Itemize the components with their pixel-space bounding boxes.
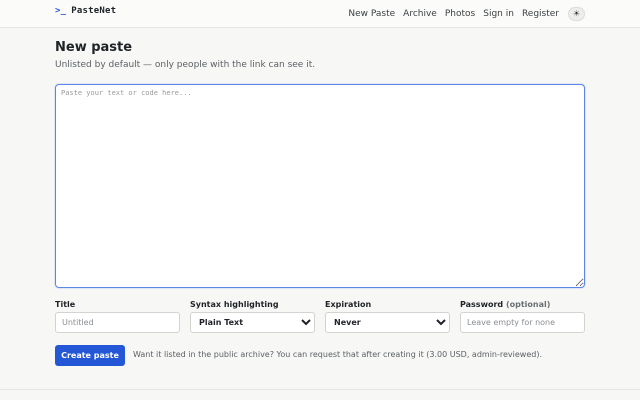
nav-photos[interactable]: Photos [445,9,475,19]
password-label-text: Password [460,300,504,309]
syntax-select[interactable]: Plain Text [190,312,315,333]
expiration-select[interactable]: Never [325,312,450,333]
sun-icon: ☀ [572,9,581,18]
archive-hint-text: Want it listed in the public archive? Yo… [133,350,542,359]
page-subtitle: Unlisted by default — only people with t… [55,60,316,70]
footer-divider [0,389,640,390]
password-label: Password (optional) [460,300,550,309]
nav-archive[interactable]: Archive [403,9,437,19]
password-optional-note: (optional) [505,300,551,309]
theme-toggle-button[interactable]: ☀ [568,7,585,21]
title-label: Title [55,300,76,309]
brand-name: PasteNet [71,6,117,16]
brand-logo[interactable]: >_ PasteNet [55,6,116,16]
create-paste-button[interactable]: Create paste [55,345,125,366]
password-input[interactable] [460,312,585,333]
paste-content-textarea[interactable] [55,84,585,288]
expiration-label: Expiration [325,300,372,309]
main-nav: New Paste Archive Photos Sign in Registe… [340,5,585,23]
terminal-prompt-icon: >_ [55,6,67,16]
page-title: New paste [55,40,133,55]
syntax-label: Syntax highlighting [190,300,279,309]
nav-new-paste[interactable]: New Paste [348,9,395,19]
nav-register[interactable]: Register [522,9,559,19]
title-input[interactable] [55,312,180,333]
nav-sign-in[interactable]: Sign in [483,9,514,19]
top-bar: >_ PasteNet New Paste Archive Photos Sig… [0,0,640,28]
